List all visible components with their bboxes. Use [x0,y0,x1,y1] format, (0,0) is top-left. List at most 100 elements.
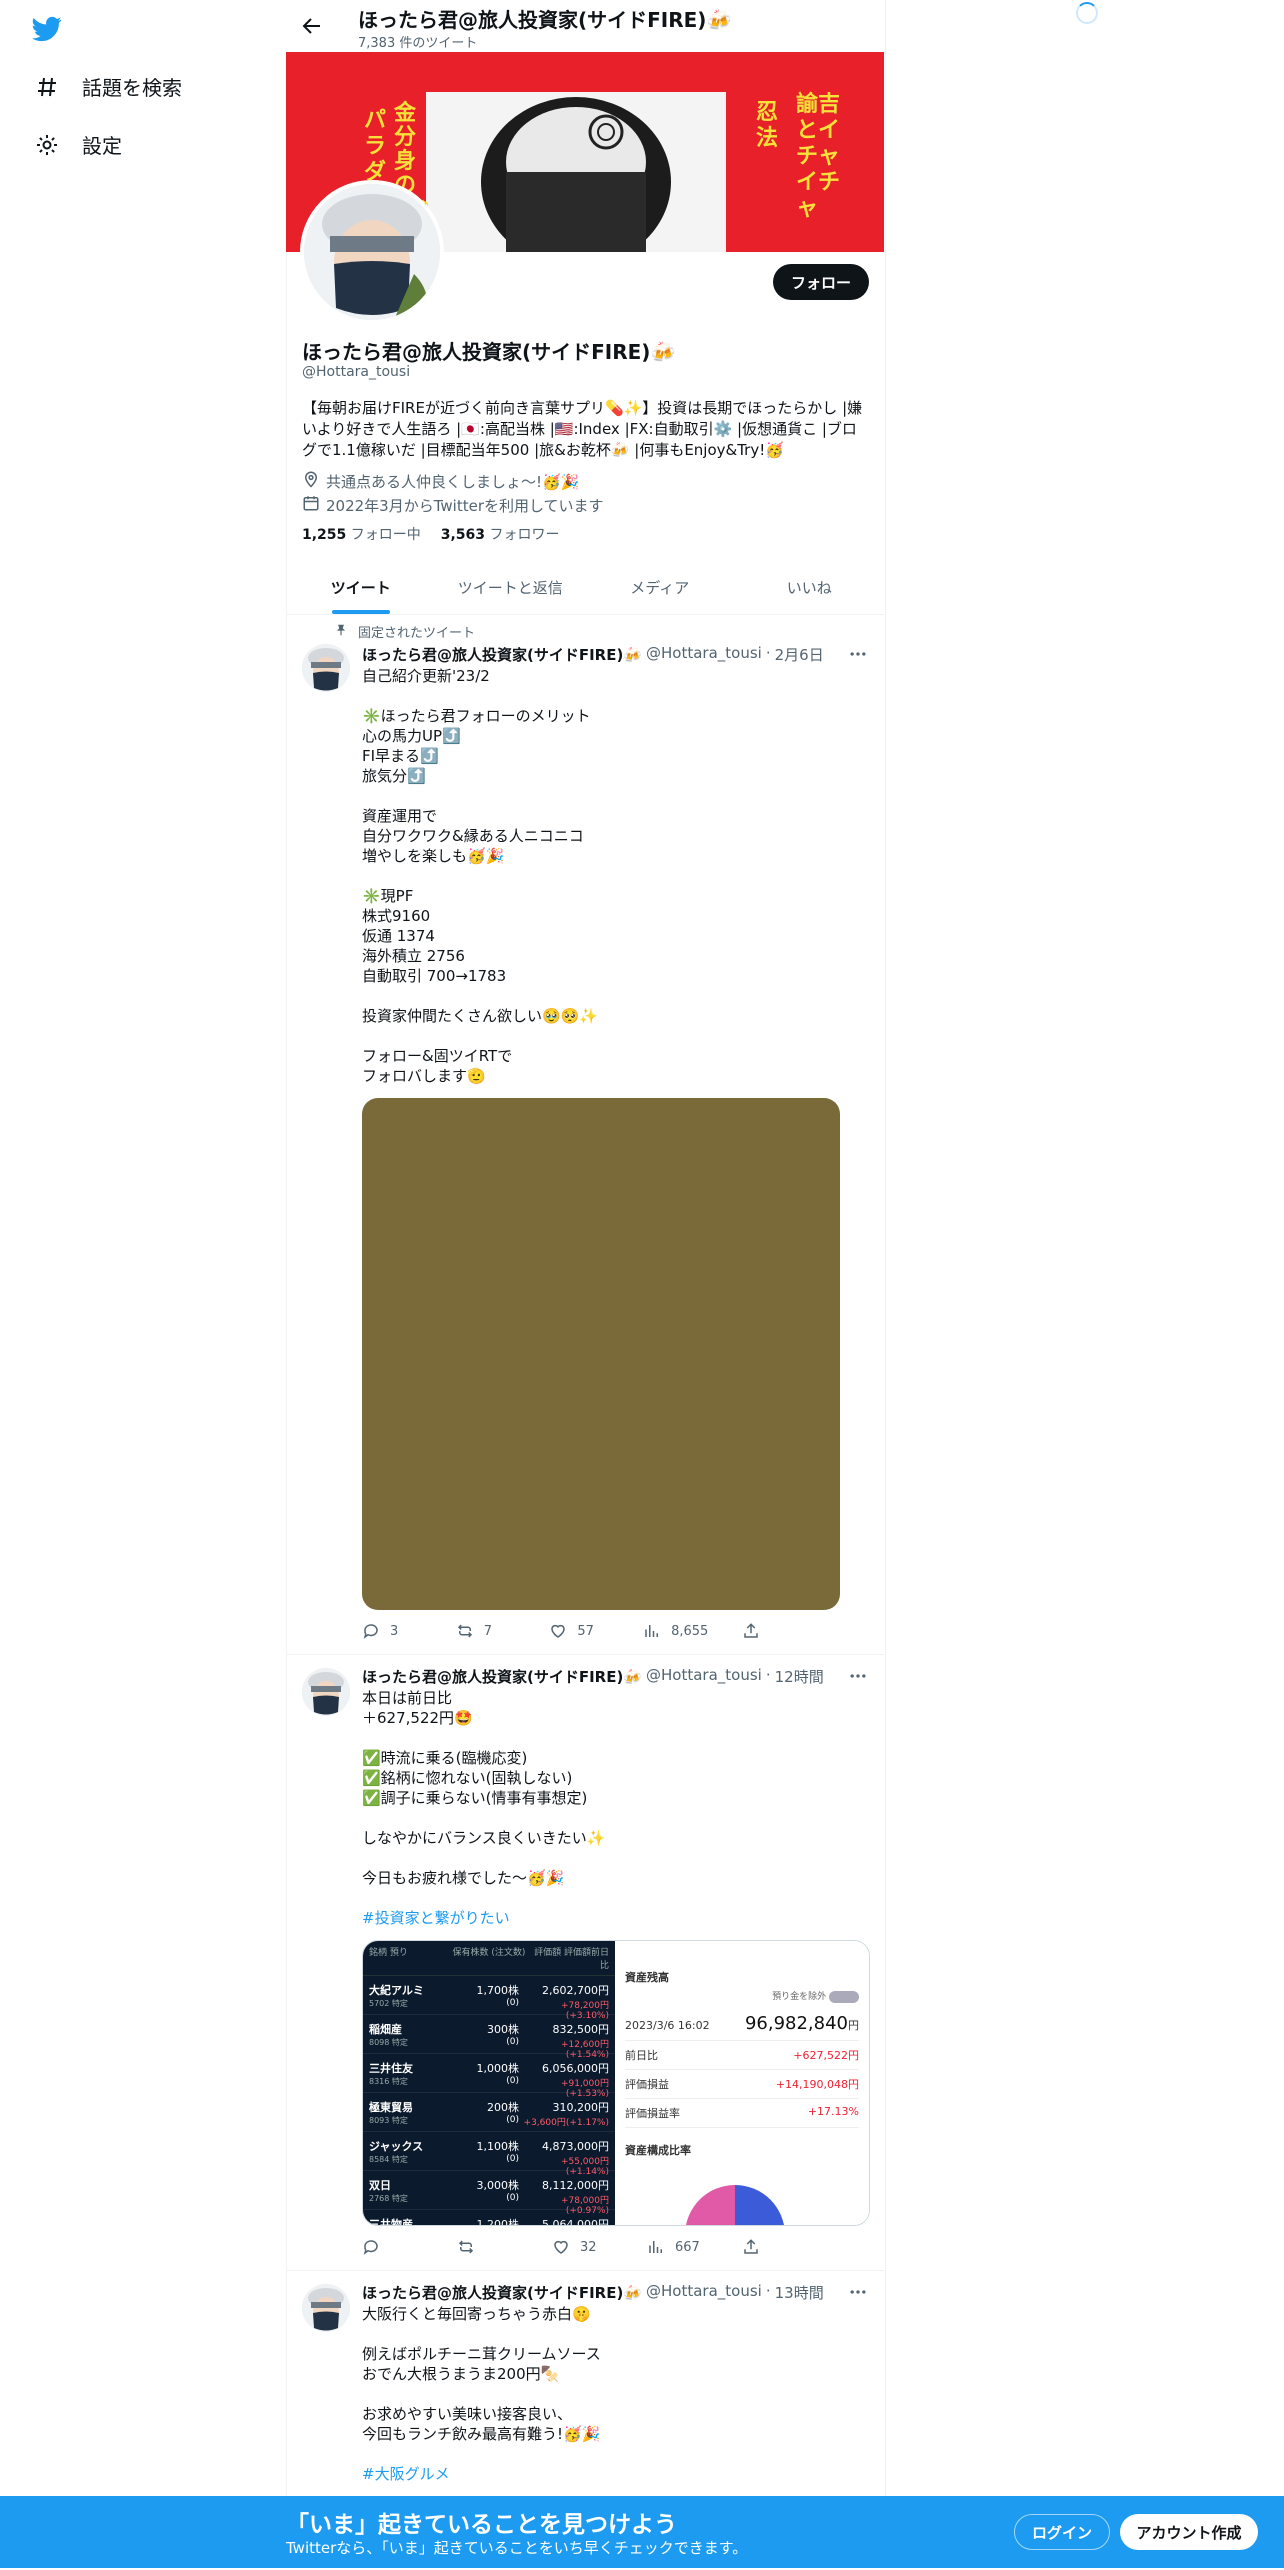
asset-balance-screenshot: 資産残高 預り金を除外 2023/3/6 16:02 96,982,840円 前日… [615,1941,869,2225]
stock-order: (0) [506,1998,519,2008]
nav-explore[interactable]: 話題を検索 [34,72,182,101]
back-arrow-icon[interactable] [300,14,324,38]
tweet-2[interactable]: ほったら君@旅人投資家(サイドFIRE)🍻 @Hottara_tousi · 1… [286,1654,884,2271]
asset-unit: 円 [848,2018,859,2032]
like-count: 57 [577,1623,594,1639]
stock-qty: 300株 [487,2023,519,2036]
view-count: 8,655 [671,1623,709,1639]
tweet-author-handle[interactable]: @Hottara_tousi [646,2282,762,2303]
tweet-avatar[interactable] [302,644,350,692]
tweet-author-handle[interactable]: @Hottara_tousi [646,644,762,665]
stock-value: 6,056,000円 [542,2062,609,2075]
tweet-header: ほったら君@旅人投資家(サイドFIRE)🍻 @Hottara_tousi · 2… [362,644,824,665]
share-icon [744,1623,758,1638]
tweet-author-name[interactable]: ほったら君@旅人投資家(サイドFIRE)🍻 [362,1666,642,1687]
stock-row: 双日 2768 特定 3,000株 (0) 8,112,000円 +78,000円(+0.… [363,2171,615,2216]
pinned-text: 固定されたツイート [358,626,476,641]
asset-row-value: +14,190,048円 [775,2077,859,2091]
tweet-author-name[interactable]: ほったら君@旅人投資家(サイドFIRE)🍻 [362,644,642,665]
tweet-actions: 32 667 [362,2238,802,2256]
share-button[interactable] [742,1622,802,1640]
like-button[interactable]: 32 [552,2238,612,2256]
nav-explore-label: 話題を検索 [82,76,182,100]
profile-bio: 【毎朝お届けFIREが近づく前向き言葉サプリ💊✨】投資は長期でほったらかし |嫌… [302,399,863,459]
stock-table-header: 銘柄 預り 保有株数 (注文数) 評価額 評価額前日比 [363,1941,615,1976]
profile-avatar[interactable] [300,180,444,324]
stock-value: 8,112,000円 [542,2179,609,2192]
twitter-logo-icon[interactable] [32,14,62,44]
follow-button[interactable]: フォロー [773,264,869,300]
stock-order: (0) [506,2037,519,2047]
stock-order: (0) [506,2154,519,2164]
stock-change: +91,000円(+1.53%) [560,2079,609,2099]
asset-toggle-label: 預り金を除外 [772,1992,827,2002]
stock-change: +12,600円(+1.54%) [560,2040,609,2060]
tab-media[interactable]: メディア [585,560,735,614]
retweet-icon [458,2240,474,2254]
tweet-avatar[interactable] [302,1668,350,1716]
stock-code: 2768 特定 [369,2194,408,2203]
tab-media-label: メディア [630,578,690,597]
asset-title: 資産残高 [625,1971,669,1984]
tab-tweets-replies[interactable]: ツイートと返信 [436,560,586,614]
tab-likes[interactable]: いいね [735,560,885,614]
tweet-time[interactable]: 13時間 [775,2282,824,2303]
following-link[interactable]: 1,255 フォロー中 [302,524,421,544]
followers-count: 3,563 [440,527,486,543]
asset-row-label: 前日比 [625,2048,658,2062]
reply-icon [363,1624,378,1639]
login-button[interactable]: ログイン [1014,2514,1110,2550]
views-button[interactable]: 8,655 [643,1622,708,1640]
signup-button[interactable]: アカウント作成 [1120,2514,1258,2550]
more-options-icon[interactable] [848,1666,868,1686]
more-options-icon[interactable] [848,644,868,664]
like-count: 32 [580,2239,597,2255]
views-button[interactable]: 667 [647,2238,707,2256]
location-text: 共通点ある人仲良くしましょ〜!🥳🎉 [326,472,580,491]
stock-value: 4,873,000円 [542,2140,609,2153]
asset-row-value: +627,522円 [793,2048,859,2062]
tweet-text: 自己紹介更新'23/2 ✳️ほったら君フォローのメリット 心の馬力UP⤴️ FI… [362,667,599,1085]
stock-change: +78,200円(+3.10%) [560,2001,609,2021]
tab-tweets[interactable]: ツイート [286,560,436,614]
tweet-header: ほったら君@旅人投資家(サイドFIRE)🍻 @Hottara_tousi · 1… [362,2282,824,2303]
tweet-dot: · [765,644,771,662]
reply-button[interactable]: 3 [362,1622,422,1640]
header-tweet-count: 7,383 件のツイート [358,36,478,51]
profile-location: 共通点ある人仲良くしましょ〜!🥳🎉 [302,470,579,492]
pinned-label: 固定されたツイート [334,622,475,641]
tweet-time[interactable]: 12時間 [775,1666,824,1687]
retweet-button[interactable] [457,2238,517,2256]
more-options-icon[interactable] [848,2282,868,2302]
followers-link[interactable]: 3,563 フォロワー [441,524,560,544]
tweet-header: ほったら君@旅人投資家(サイドFIRE)🍻 @Hottara_tousi · 1… [362,1666,824,1687]
tweet-actions: 3 7 57 8,655 [362,1622,802,1640]
follow-counts: 1,255 フォロー中 3,563 フォロワー [302,524,560,544]
tweet-pinned[interactable]: 固定されたツイート ほったら君@旅人投資家(サイドFIRE)🍻 @Hottara… [286,614,884,1655]
share-button[interactable] [742,2238,802,2256]
tweet-hashtag[interactable]: #投資家と繋がりたい [362,1908,862,1928]
stock-change: +78,000円(+0.97%) [560,2196,609,2216]
stock-header-value: 評価額 評価額前日比 [534,1948,609,1971]
reply-button[interactable] [362,2238,422,2256]
view-count: 667 [675,2239,700,2255]
tweet-author-handle[interactable]: @Hottara_tousi [646,1666,762,1687]
stock-order: (0) [506,2193,519,2203]
like-button[interactable]: 57 [549,1622,609,1640]
tweet-media-screenshots[interactable]: 銘柄 預り 保有株数 (注文数) 評価額 評価額前日比 大紀アルミ 5702 特定… [362,1940,870,2226]
stock-qty: 1,200株 [476,2218,520,2226]
tweet-media-image[interactable] [362,1098,840,1610]
tweet-avatar[interactable] [302,2284,350,2332]
reply-icon [363,2240,378,2255]
location-pin-icon [302,470,320,492]
stock-qty: 1,100株 [476,2140,520,2153]
tweet-time[interactable]: 2月6日 [775,644,824,665]
asset-row: 評価損益 +14,190,048円 [625,2070,859,2099]
retweet-button[interactable]: 7 [456,1622,516,1640]
asset-row-label: 評価損益率 [625,2106,680,2120]
tweet-author-name[interactable]: ほったら君@旅人投資家(サイドFIRE)🍻 [362,2282,642,2303]
stock-name: 大紀アルミ [369,1984,424,1997]
stock-name: ジャックス [369,2140,424,2153]
nav-settings[interactable]: 設定 [34,130,122,159]
tweet-hashtag[interactable]: #大阪グルメ [362,2464,862,2484]
